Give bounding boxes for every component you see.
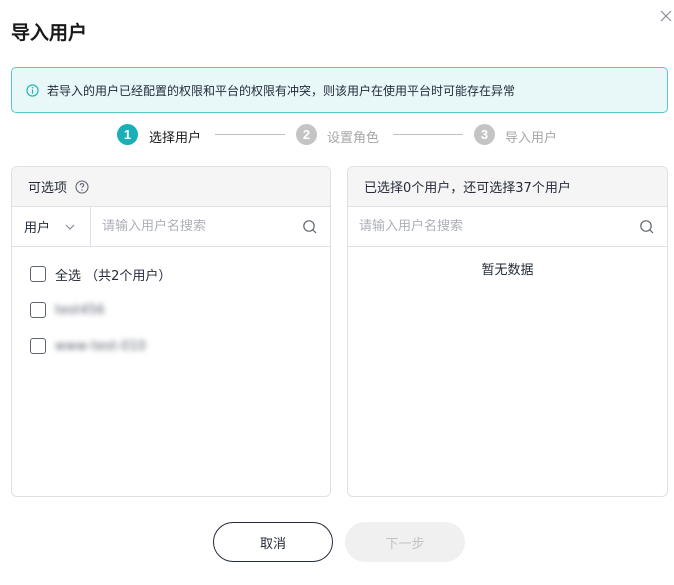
select-all-checkbox[interactable]	[30, 266, 46, 282]
next-step-button[interactable]: 下一步	[345, 522, 465, 562]
select-all-label: 全选 （共2个用户）	[55, 268, 172, 284]
panel-header: 已选择0个用户，还可选择37个用户	[348, 167, 667, 207]
filter-type-select[interactable]: 用户	[12, 207, 91, 246]
panel-header: 可选项	[12, 167, 330, 207]
step-connector	[215, 134, 285, 135]
list-item[interactable]: test456	[30, 301, 330, 319]
selected-summary: 已选择0个用户，还可选择37个用户	[364, 181, 571, 196]
select-all-item[interactable]: 全选 （共2个用户）	[30, 265, 330, 284]
step-1-number: 1	[117, 124, 138, 145]
help-icon[interactable]	[75, 179, 89, 194]
step-1-label: 选择用户	[149, 131, 202, 146]
user-checkbox[interactable]	[30, 302, 46, 318]
panel-header-label: 可选项	[28, 181, 68, 196]
warning-alert: 若导入的用户已经配置的权限和平台的权限有冲突，则该用户在使用平台时可能存在异常	[11, 67, 668, 113]
step-connector	[393, 134, 463, 135]
search-row	[348, 207, 667, 247]
search-row: 用户	[12, 207, 330, 247]
cancel-button[interactable]: 取消	[213, 522, 333, 562]
chevron-down-icon	[65, 224, 75, 230]
dialog-title: 导入用户	[11, 22, 88, 44]
step-3-number: 3	[474, 124, 495, 145]
alert-text: 若导入的用户已经配置的权限和平台的权限有冲突，则该用户在使用平台时可能存在异常	[47, 83, 516, 98]
user-search-input[interactable]	[102, 219, 302, 234]
selected-search-input[interactable]	[359, 219, 559, 234]
user-name: test456	[55, 302, 105, 318]
selected-users-panel: 已选择0个用户，还可选择37个用户 暂无数据	[347, 166, 668, 497]
search-icon[interactable]	[302, 219, 318, 235]
close-icon[interactable]	[658, 8, 674, 24]
search-box	[91, 207, 330, 246]
user-list: 全选 （共2个用户） test456 www-test-010	[12, 247, 330, 355]
step-3-label: 导入用户	[505, 131, 558, 146]
empty-state-text: 暂无数据	[481, 263, 534, 278]
available-users-panel: 可选项 用户 请输入用户名搜索 全选 （共2个用户） test456 www-t…	[11, 166, 331, 497]
filter-type-value: 用户	[24, 221, 51, 236]
stepper: 1 选择用户 2 设置角色 3 导入用户	[0, 124, 674, 146]
step-2-label: 设置角色	[327, 131, 380, 146]
list-item[interactable]: www-test-010	[30, 337, 330, 355]
search-icon[interactable]	[639, 219, 655, 235]
info-icon	[26, 83, 39, 97]
search-box	[348, 207, 667, 246]
step-2-number: 2	[296, 124, 317, 145]
import-users-dialog: 导入用户 若导入的用户已经配置的权限和平台的权限有冲突，则该用户在使用平台时可能…	[0, 0, 674, 585]
user-name: www-test-010	[55, 338, 147, 354]
user-checkbox[interactable]	[30, 338, 46, 354]
